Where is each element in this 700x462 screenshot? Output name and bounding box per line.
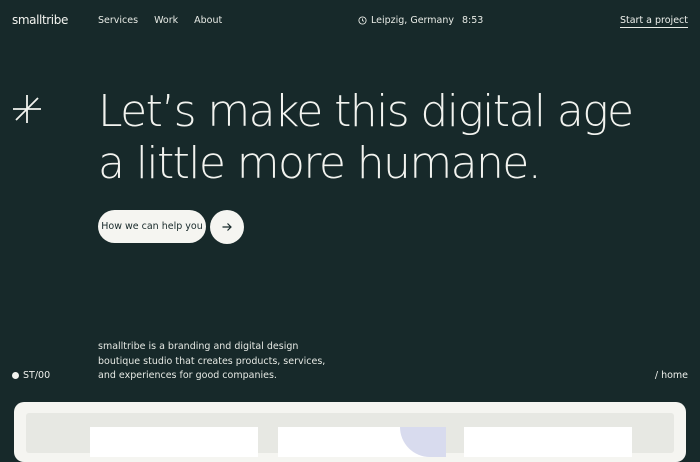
logo[interactable]: smalltribe bbox=[12, 13, 68, 27]
clock-icon bbox=[358, 16, 367, 25]
preview-canvas bbox=[26, 413, 674, 457]
arrow-button[interactable] bbox=[210, 210, 244, 244]
section-label: ST/00 bbox=[23, 370, 51, 381]
hero-line-1: Let’s make this digital age bbox=[98, 86, 634, 137]
nav-links: Services Work About bbox=[98, 15, 222, 26]
asterisk-icon bbox=[13, 95, 41, 123]
local-time: 8:53 bbox=[462, 15, 484, 26]
preview-card bbox=[464, 427, 632, 457]
nav-work[interactable]: Work bbox=[154, 15, 178, 26]
hero-heading: Let’s make this digital age a little mor… bbox=[98, 86, 634, 190]
section-indicator: ST/00 bbox=[12, 370, 50, 381]
location-text: Leipzig, Germany bbox=[371, 15, 454, 26]
preview-card bbox=[90, 427, 258, 457]
location-time: Leipzig, Germany 8:53 bbox=[358, 15, 483, 26]
arrow-right-icon bbox=[222, 223, 232, 231]
hero-line-2: a little more humane. bbox=[98, 138, 542, 189]
studio-description: smalltribe is a branding and digital des… bbox=[98, 341, 326, 381]
breadcrumb-home[interactable]: / home bbox=[655, 370, 688, 381]
dot-icon bbox=[12, 372, 19, 379]
work-preview-panel bbox=[14, 402, 686, 462]
start-project-link[interactable]: Start a project bbox=[619, 15, 688, 28]
how-we-can-help-button[interactable]: How we can help you bbox=[98, 210, 206, 243]
top-navigation: smalltribe Services Work About Leipzig, … bbox=[0, 0, 700, 42]
nav-services[interactable]: Services bbox=[98, 15, 138, 26]
nav-about[interactable]: About bbox=[194, 15, 222, 26]
